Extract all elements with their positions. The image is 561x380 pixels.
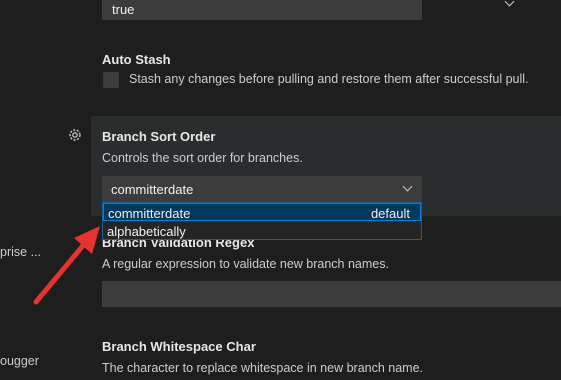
branch-sort-order-title: Branch Sort Order bbox=[102, 129, 216, 144]
chevron-down-icon bbox=[504, 0, 515, 7]
branch-sort-order-description: Controls the sort order for branches. bbox=[102, 151, 303, 165]
auto-stash-checkbox[interactable] bbox=[103, 72, 119, 88]
auto-stash-description: Stash any changes before pulling and res… bbox=[129, 72, 529, 86]
chevron-down-icon bbox=[402, 181, 413, 192]
select-value: true bbox=[112, 2, 135, 17]
select-value: committerdate bbox=[111, 182, 194, 197]
option-default-tag: default bbox=[370, 206, 410, 221]
settings-sidebar bbox=[0, 0, 90, 380]
option-label: committerdate bbox=[108, 206, 191, 221]
branch-whitespace-char-title: Branch Whitespace Char bbox=[102, 339, 256, 354]
option-label: alphabetically bbox=[107, 224, 186, 239]
sidebar-item-fragment[interactable]: ougger bbox=[0, 354, 39, 368]
branch-validation-regex-input[interactable] bbox=[102, 281, 561, 307]
branch-whitespace-char-description: The character to replace whitespace in n… bbox=[102, 361, 424, 375]
previous-setting-select[interactable]: true bbox=[102, 0, 515, 20]
branch-validation-regex-description: A regular expression to validate new bra… bbox=[102, 257, 389, 271]
branch-sort-order-select[interactable]: committerdate bbox=[102, 176, 422, 202]
auto-stash-title: Auto Stash bbox=[102, 52, 171, 67]
dropdown-option-alphabetically[interactable]: alphabetically bbox=[103, 221, 421, 239]
gear-icon[interactable] bbox=[67, 127, 83, 143]
branch-sort-order-dropdown: committerdate default alphabetically bbox=[102, 202, 422, 240]
dropdown-option-committerdate[interactable]: committerdate default bbox=[103, 203, 421, 221]
annotation-arrow-icon bbox=[33, 226, 100, 305]
